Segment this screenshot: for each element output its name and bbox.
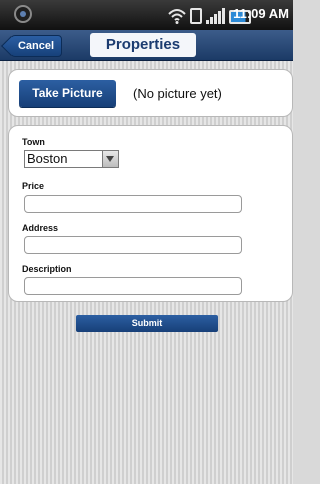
notification-icon (14, 5, 32, 23)
picture-status-text: (No picture yet) (133, 86, 222, 101)
app-screen: 11:09 AM Cancel Properties Take Picture … (0, 0, 293, 484)
address-label: Address (22, 223, 59, 233)
town-select[interactable]: Boston (24, 150, 119, 168)
town-select-value: Boston (27, 151, 68, 166)
submit-button[interactable]: Submit (76, 315, 218, 332)
header-bar: Cancel Properties (0, 30, 293, 61)
chevron-down-icon (102, 151, 118, 167)
property-form: Town Boston Price Address Description (8, 125, 293, 302)
signal-icon (206, 8, 225, 24)
take-picture-button[interactable]: Take Picture (19, 80, 116, 107)
wifi-icon (168, 8, 186, 24)
cancel-button-label: Cancel (17, 40, 55, 52)
sync-icon (190, 8, 202, 24)
picture-card: Take Picture (No picture yet) (8, 69, 293, 117)
town-label: Town (22, 137, 45, 147)
description-input[interactable] (24, 277, 242, 295)
description-label: Description (22, 264, 72, 274)
status-time: 11:09 AM (233, 6, 289, 21)
address-input[interactable] (24, 236, 242, 254)
cancel-button[interactable]: Cancel (10, 35, 62, 57)
price-label: Price (22, 181, 45, 191)
status-bar: 11:09 AM (0, 0, 293, 30)
page-title: Properties (90, 33, 196, 57)
price-input[interactable] (24, 195, 242, 213)
